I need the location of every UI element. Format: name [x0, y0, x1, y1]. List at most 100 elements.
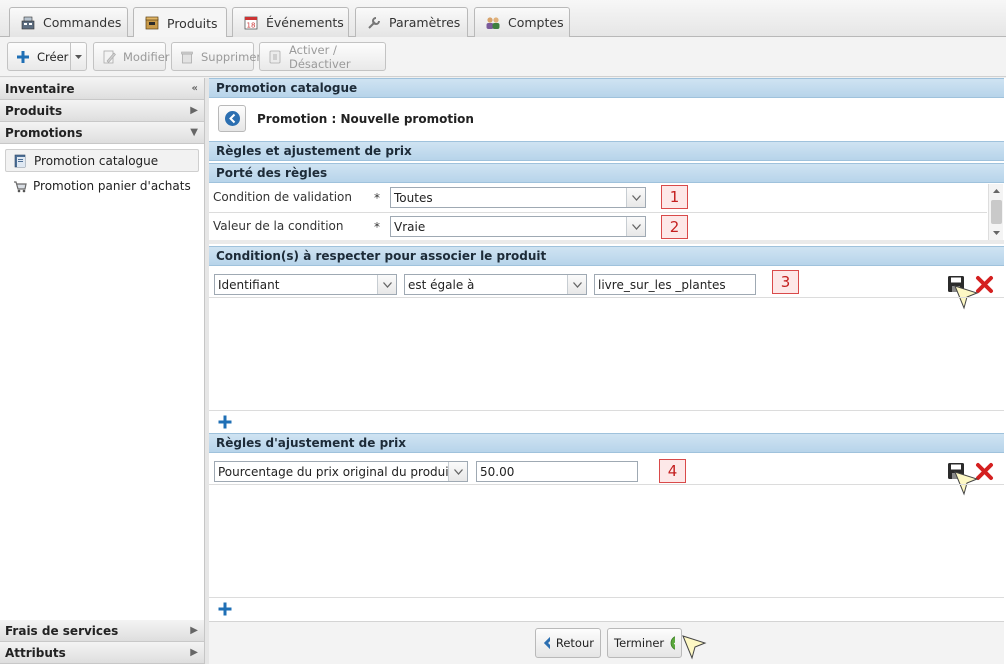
nav-section-products[interactable]: Produits ▶ — [0, 100, 204, 122]
section-title: Condition(s) à respecter pour associer l… — [216, 249, 547, 263]
main-panel: Promotion catalogue Promotion : Nouvelle… — [209, 78, 1006, 664]
row-divider — [209, 484, 1004, 485]
required-marker: * — [374, 220, 380, 234]
page-title: Promotion : Nouvelle promotion — [257, 112, 474, 126]
tab-label: Produits — [167, 15, 218, 31]
condition-value-select[interactable]: Vraie — [390, 216, 646, 237]
chevron-right-icon: ▶ — [190, 647, 198, 658]
select-value: Vraie — [394, 219, 426, 234]
tab-comptes[interactable]: Comptes — [474, 7, 570, 37]
sidebar-item-promotion-panier[interactable]: Promotion panier d'achats — [5, 174, 199, 197]
calendar-icon: 18 — [243, 15, 259, 31]
chevron-down-icon[interactable] — [448, 462, 467, 481]
svg-text:18: 18 — [247, 21, 256, 29]
add-condition-button[interactable] — [217, 414, 233, 430]
nav-section-label: Inventaire — [5, 81, 75, 96]
nav-section-attributes[interactable]: Attributs ▶ — [0, 642, 204, 664]
toggle-icon — [267, 49, 283, 65]
condition-value-label: Valeur de la condition — [213, 219, 344, 233]
tab-label: Événements — [266, 15, 344, 30]
condition-attribute-select[interactable]: Identifiant — [214, 274, 397, 295]
cart-icon — [13, 179, 27, 193]
scope-scrollbar[interactable] — [988, 184, 1003, 240]
add-adjustment-button[interactable] — [217, 601, 233, 617]
row-divider — [209, 410, 1004, 411]
chevron-down-icon[interactable] — [567, 275, 586, 294]
nav-section-service-fees[interactable]: Frais de services ▶ — [0, 620, 204, 642]
plus-icon — [15, 49, 31, 65]
tab-label: Paramètres — [389, 15, 461, 30]
chevron-down-icon[interactable] — [377, 275, 396, 294]
back-label: Retour — [555, 636, 594, 650]
sidebar-item-label: Promotion panier d'achats — [33, 178, 191, 193]
scroll-up-icon[interactable] — [989, 186, 1004, 196]
section-title: Règles d'ajustement de prix — [216, 436, 406, 450]
pointer-cursor-icon — [954, 285, 979, 310]
validation-condition-select[interactable]: Toutes — [390, 187, 646, 208]
chevron-right-icon: ▶ — [190, 625, 198, 636]
section-resize-handle[interactable] — [209, 240, 1004, 244]
section-adjust-header: Règles d'ajustement de prix — [209, 433, 1004, 453]
back-arrow-icon — [224, 111, 240, 126]
pointer-cursor-icon — [682, 635, 707, 660]
scrollbar-thumb[interactable] — [991, 200, 1002, 224]
section-title: Porté des règles — [216, 166, 328, 180]
tab-label: Comptes — [508, 15, 564, 30]
check-icon — [670, 636, 675, 650]
chevron-right-icon: ▶ — [190, 105, 198, 116]
create-button[interactable]: Créer — [7, 42, 87, 71]
delete-button[interactable]: Supprimer — [171, 42, 261, 71]
finish-button[interactable]: Terminer — [607, 628, 682, 658]
tab-evenements[interactable]: 18 Événements — [232, 7, 349, 37]
pointer-cursor-icon — [954, 471, 979, 496]
box-icon — [144, 15, 160, 31]
section-conditions-header: Condition(s) à respecter pour associer l… — [209, 246, 1004, 266]
chevron-down-icon[interactable] — [626, 217, 645, 236]
plus-icon — [218, 602, 232, 616]
sidebar-item-label: Promotion catalogue — [34, 153, 159, 168]
edit-button[interactable]: Modifier — [93, 42, 170, 71]
nav-section-label: Frais de services — [5, 623, 119, 638]
toggle-label: Activer / Désactiver — [289, 42, 351, 71]
row-divider — [209, 597, 1004, 598]
condition-value-input[interactable]: livre_sur_les _plantes — [594, 274, 756, 295]
adjustment-type-select[interactable]: Pourcentage du prix original du produit — [214, 461, 468, 482]
users-icon — [485, 15, 501, 31]
create-label: Créer — [37, 49, 69, 64]
chevron-down-icon — [75, 54, 82, 59]
back-button[interactable]: Retour — [535, 628, 601, 658]
tab-parametres[interactable]: Paramètres — [355, 7, 468, 37]
row-divider — [209, 212, 987, 213]
left-navigation-panel: Inventaire « Produits ▶ Promotions ▼ Pro… — [0, 78, 205, 664]
edit-label: Modifier — [123, 49, 170, 64]
create-dropdown-button[interactable] — [70, 43, 86, 70]
panel-header: Promotion catalogue — [209, 78, 1004, 98]
tab-produits[interactable]: Produits — [133, 7, 227, 38]
sidebar-item-promotion-catalogue[interactable]: Promotion catalogue — [5, 149, 199, 172]
trash-icon — [179, 49, 195, 65]
wrench-icon — [366, 15, 382, 31]
chevron-down-icon[interactable] — [626, 188, 645, 207]
row-divider — [209, 297, 1004, 298]
collapse-left-icon[interactable]: « — [192, 83, 198, 94]
register-icon — [20, 15, 36, 31]
chevron-left-icon — [543, 637, 550, 649]
nav-section-promotions[interactable]: Promotions ▼ — [0, 122, 204, 144]
validation-condition-label: Condition de validation — [213, 190, 352, 204]
section-rules-header: Règles et ajustement de prix — [209, 141, 1004, 161]
condition-operator-select[interactable]: est égale à — [404, 274, 587, 295]
main-tabbar: Commandes Produits 18 Événements Paramèt… — [0, 0, 1006, 38]
step-marker-4: 4 — [659, 459, 686, 483]
adjustment-value-input[interactable]: 50.00 — [476, 461, 638, 482]
nav-section-inventory[interactable]: Inventaire « — [0, 78, 204, 100]
catalog-icon — [14, 154, 28, 168]
back-nav-button[interactable] — [218, 105, 246, 132]
tab-commandes[interactable]: Commandes — [9, 7, 128, 37]
select-value: Pourcentage du prix original du produit — [218, 464, 454, 479]
panel-title: Promotion catalogue — [216, 81, 358, 95]
edit-icon — [101, 49, 117, 65]
scroll-down-icon[interactable] — [989, 228, 1004, 238]
toggle-active-button[interactable]: Activer / Désactiver — [259, 42, 386, 71]
nav-section-label: Produits — [5, 103, 63, 118]
nav-section-label: Attributs — [5, 645, 66, 660]
